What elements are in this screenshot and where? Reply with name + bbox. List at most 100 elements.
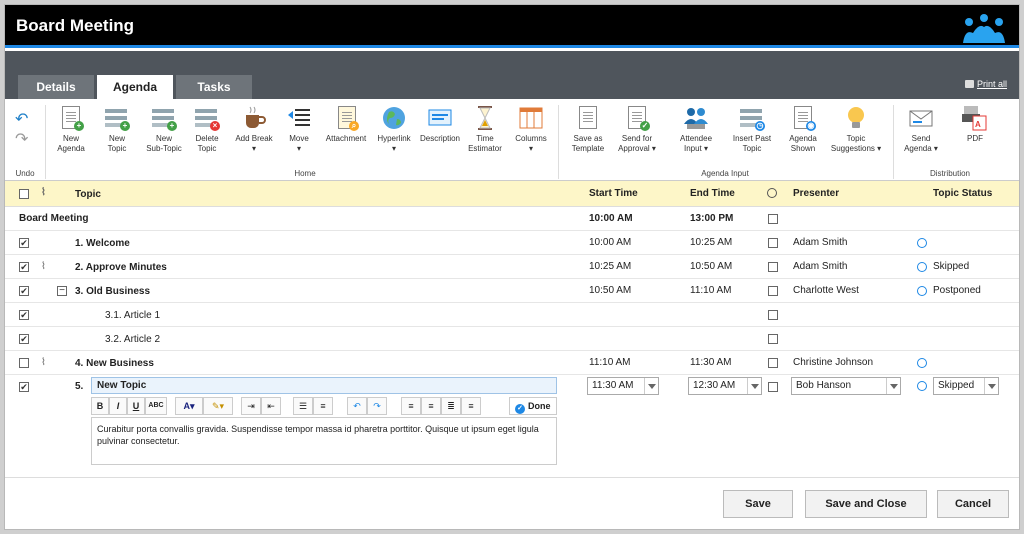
highlight-color-button[interactable]: ✎▾ <box>203 397 233 415</box>
delete-topic-button[interactable]: × Delete Topic <box>187 105 227 153</box>
description-editor[interactable]: Curabitur porta convallis gravida. Suspe… <box>91 417 557 465</box>
end-time-column-header[interactable]: End Time <box>690 188 735 199</box>
tab-tasks[interactable]: Tasks <box>176 75 252 99</box>
start-time: 10:50 AM <box>589 285 632 296</box>
topic-title: 3.2. Article 2 <box>105 334 161 345</box>
hourglass-icon <box>472 105 498 131</box>
new-agenda-button[interactable]: + New Agenda <box>51 105 91 153</box>
pdf-button[interactable]: A PDF <box>957 105 993 144</box>
table-row[interactable]: ✔ ⌇ 2. Approve Minutes 10:25 AM 10:50 AM… <box>5 255 1019 279</box>
time-checkbox[interactable] <box>768 286 778 296</box>
row-checkbox[interactable]: ✔ <box>19 262 29 272</box>
columns-button[interactable]: Columns ▾ <box>509 105 553 153</box>
undo-icon[interactable]: ↶ <box>15 109 28 129</box>
table-row[interactable]: ✔ 1. Welcome 10:00 AM 10:25 AM Adam Smit… <box>5 231 1019 255</box>
undo-edit-button[interactable]: ↶ <box>347 397 367 415</box>
tab-agenda[interactable]: Agenda <box>97 75 173 99</box>
align-left-button[interactable]: ≡ <box>401 397 421 415</box>
end-time: 10:25 AM <box>690 237 733 248</box>
topic-status-select[interactable]: Skipped <box>933 377 999 395</box>
time-checkbox[interactable] <box>768 358 778 368</box>
row-checkbox[interactable]: ✔ <box>19 310 29 320</box>
tab-bar: Details Agenda Tasks Print all <box>5 51 1019 99</box>
status-history-icon[interactable] <box>917 381 927 391</box>
presenter-column-header[interactable]: Presenter <box>793 188 839 199</box>
status-history-icon[interactable] <box>917 238 927 248</box>
save-as-template-button[interactable]: Save as Template <box>567 105 609 153</box>
new-topic-button[interactable]: + New Topic <box>97 105 137 153</box>
strikethrough-button[interactable]: ABC <box>145 397 167 415</box>
topic-suggestions-button[interactable]: Topic Suggestions ▾ <box>827 105 885 153</box>
status-history-icon[interactable] <box>917 358 927 368</box>
align-right-button[interactable]: ≡ <box>461 397 481 415</box>
indent-button[interactable]: ⇥ <box>241 397 261 415</box>
select-all-checkbox[interactable] <box>19 189 29 199</box>
add-break-button[interactable]: Add Break ▾ <box>231 105 277 153</box>
status-history-icon[interactable] <box>917 286 927 296</box>
time-checkbox[interactable] <box>768 334 778 344</box>
new-subtopic-button[interactable]: + New Sub-Topic <box>141 105 187 153</box>
table-row[interactable]: ⌇ 4. New Business 11:10 AM 11:30 AM Chri… <box>5 351 1019 375</box>
underline-button[interactable]: U <box>127 397 145 415</box>
row-checkbox[interactable]: ✔ <box>19 382 29 392</box>
bullet-list-button[interactable]: ☰ <box>293 397 313 415</box>
attendee-input-button[interactable]: Attendee Input ▾ <box>673 105 719 153</box>
edit-row[interactable]: ✔ 5. New Topic B I U ABC A▾ ✎▾ ⇥ ⇤ ☰ ≡ ↶… <box>5 375 1019 471</box>
collapse-toggle[interactable]: − <box>57 286 67 296</box>
delete-topic-icon: × <box>194 105 220 131</box>
status-history-icon[interactable] <box>917 262 927 272</box>
insert-past-topic-button[interactable]: ◷ Insert Past Topic <box>727 105 777 153</box>
send-agenda-button[interactable]: Send Agenda ▾ <box>901 105 941 153</box>
start-time-column-header[interactable]: Start Time <box>589 188 638 199</box>
brand-logo-icon <box>963 14 1005 43</box>
tab-details[interactable]: Details <box>18 75 94 99</box>
print-all-link[interactable]: Print all <box>964 79 1007 89</box>
paperclip-icon[interactable]: ⌇ <box>41 261 46 272</box>
align-justify-button[interactable]: ≣ <box>441 397 461 415</box>
end-time-select[interactable]: 12:30 AM <box>688 377 762 395</box>
time-checkbox[interactable] <box>768 310 778 320</box>
done-button[interactable]: ✓ Done <box>509 397 557 415</box>
move-button[interactable]: Move ▾ <box>281 105 317 153</box>
chevron-down-icon <box>886 378 900 394</box>
insert-past-topic-icon: ◷ <box>739 105 765 131</box>
save-button[interactable]: Save <box>723 490 793 518</box>
table-row[interactable]: ✔ − 3. Old Business 10:50 AM 11:10 AM Ch… <box>5 279 1019 303</box>
table-row[interactable]: ✔ 3.2. Article 2 <box>5 327 1019 351</box>
topic-status-column-header[interactable]: Topic Status <box>933 188 992 199</box>
meeting-time-checkbox[interactable] <box>768 214 778 224</box>
chevron-down-icon <box>984 378 998 394</box>
italic-button[interactable]: I <box>109 397 127 415</box>
presenter-select[interactable]: Bob Hanson <box>791 377 901 395</box>
table-row[interactable]: ✔ 3.1. Article 1 <box>5 303 1019 327</box>
redo-edit-button[interactable]: ↷ <box>367 397 387 415</box>
save-and-close-button[interactable]: Save and Close <box>805 490 927 518</box>
hyperlink-button[interactable]: Hyperlink ▾ <box>373 105 415 153</box>
attachment-button[interactable]: ⌕ Attachment <box>323 105 369 144</box>
time-estimator-button[interactable]: Time Estimator <box>463 105 507 153</box>
time-checkbox[interactable] <box>768 262 778 272</box>
description-button[interactable]: Description <box>417 105 463 144</box>
row-checkbox[interactable]: ✔ <box>19 238 29 248</box>
outdent-button[interactable]: ⇤ <box>261 397 281 415</box>
row-checkbox[interactable] <box>19 358 29 368</box>
new-agenda-icon: + <box>58 105 84 131</box>
row-checkbox[interactable]: ✔ <box>19 286 29 296</box>
redo-icon[interactable]: ↷ <box>15 129 28 149</box>
time-checkbox[interactable] <box>768 382 778 392</box>
paperclip-icon[interactable]: ⌇ <box>41 357 46 368</box>
align-center-button[interactable]: ≡ <box>421 397 441 415</box>
agenda-shown-button[interactable]: ◉ Agenda Shown <box>783 105 823 153</box>
send-for-approval-button[interactable]: ✓ Send for Approval ▾ <box>615 105 659 153</box>
numbered-list-button[interactable]: ≡ <box>313 397 333 415</box>
font-color-button[interactable]: A▾ <box>175 397 203 415</box>
meeting-row[interactable]: Board Meeting 10:00 AM 13:00 PM <box>5 207 1019 231</box>
start-time-select[interactable]: 11:30 AM <box>587 377 659 395</box>
pdf-icon: A <box>962 105 988 131</box>
time-checkbox[interactable] <box>768 238 778 248</box>
bold-button[interactable]: B <box>91 397 109 415</box>
topic-title-input[interactable]: New Topic <box>91 377 557 394</box>
row-checkbox[interactable]: ✔ <box>19 334 29 344</box>
topic-column-header[interactable]: Topic <box>75 189 101 200</box>
cancel-button[interactable]: Cancel <box>937 490 1009 518</box>
